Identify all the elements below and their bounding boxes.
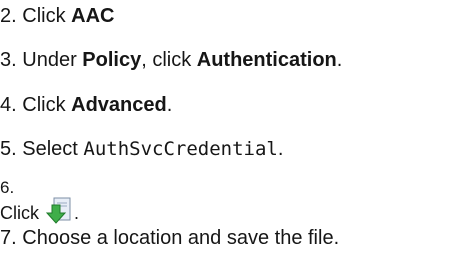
step-punct: . xyxy=(74,203,80,223)
step-punct: . xyxy=(166,94,173,116)
step-number: 4. xyxy=(0,94,17,116)
step-4: 4. Click Advanced. xyxy=(0,93,172,117)
step-text: Click xyxy=(22,5,72,27)
step-text: Choose a location and save the file. xyxy=(22,227,340,249)
ui-term-advanced: Advanced xyxy=(71,94,167,116)
step-number: 3. xyxy=(0,49,17,71)
ui-term-aac: AAC xyxy=(71,5,115,27)
step-text: Click xyxy=(22,94,72,116)
step-number: 2. xyxy=(0,5,17,27)
step-punct: . xyxy=(277,138,284,160)
step-number: 7. xyxy=(0,227,17,249)
step-2: 2. Click AAC xyxy=(0,4,114,28)
ui-term-authentication: Authentication xyxy=(196,49,337,71)
step-7: 7. Choose a location and save the file. xyxy=(0,226,339,250)
step-6: Click . xyxy=(0,196,79,226)
code-term: AuthSvcCredential xyxy=(83,138,278,160)
step-3: 3. Under Policy, click Authentication. xyxy=(0,48,342,72)
ui-term-policy: Policy xyxy=(82,49,142,71)
step-text: , click xyxy=(141,49,197,71)
step-5: 5. Select AuthSvcCredential. xyxy=(0,137,283,161)
step-punct: . xyxy=(336,49,343,71)
step-text: Select xyxy=(22,138,84,160)
step-text: Click xyxy=(0,203,39,223)
step-number: 5. xyxy=(0,138,17,160)
step-text: Under xyxy=(22,49,83,71)
download-icon xyxy=(45,196,74,226)
step-6-number: 6. xyxy=(0,178,15,197)
